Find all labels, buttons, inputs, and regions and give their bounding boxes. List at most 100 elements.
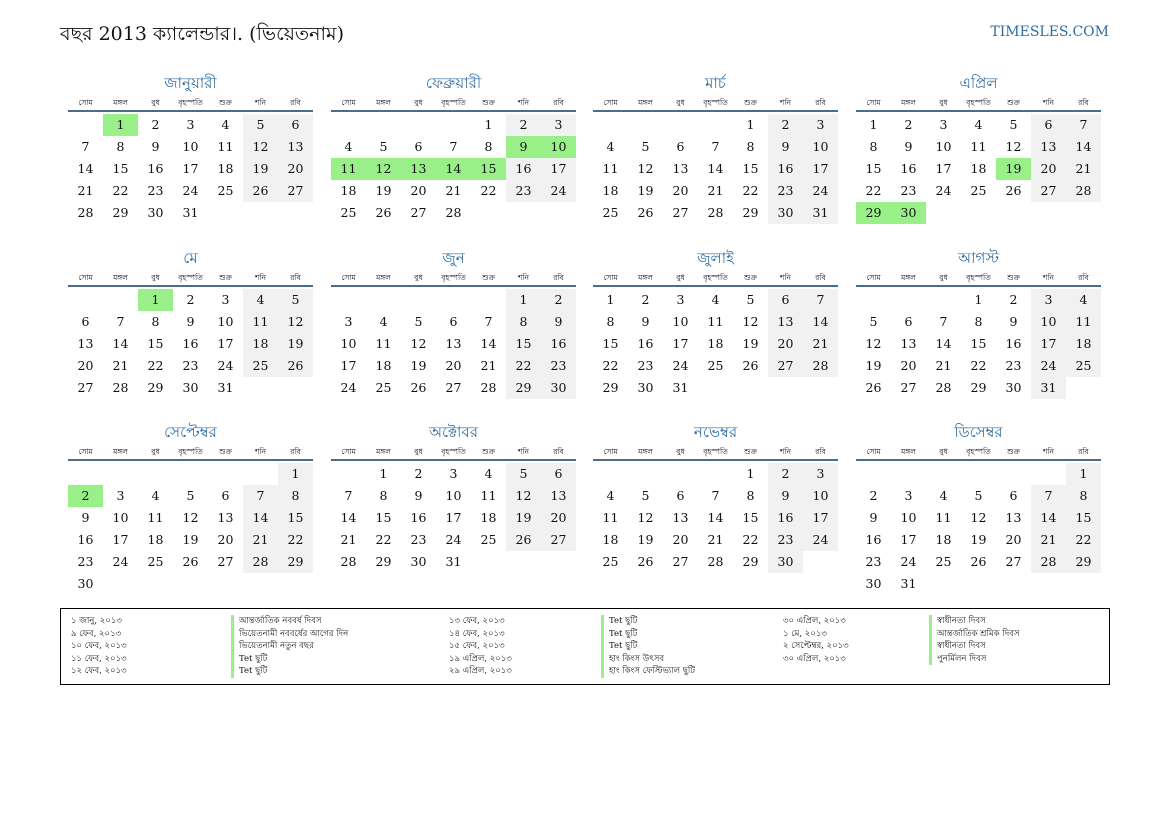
weekday-label: শুক্র [744,273,757,282]
month-name: জানুয়ারী [164,74,217,92]
day-cell: 19 [243,158,278,180]
holiday-date: ১২ ফেব, ২০১৩ [71,666,127,676]
day-cell: 20 [900,358,917,373]
weekday-header: সোম মঙ্গল বুধ বৃহস্পতি শুক্র শনি রবি [331,96,576,112]
day-cell: 13 [77,336,94,351]
weekday-label: শুক্র [1007,98,1020,107]
day-cell: 11 [935,510,952,525]
day-cell: 9 [414,488,423,503]
month-block: ফেব্রুয়ারী সোম মঙ্গল বুধ বৃহস্পতি শুক্র শনি রব… [331,72,576,224]
day-cell: 24 [803,529,838,551]
day-cell: 10 [672,314,689,329]
day-cell: 15 [506,333,541,355]
day-cell: 7 [449,139,458,154]
weekday-label: বৃহস্পতি [703,98,728,107]
day-cell: 6 [1031,114,1066,136]
day-cell: 6 [541,463,576,485]
day-cell: 5 [641,488,650,503]
month-block: এপ্রিল সোম মঙ্গল বুধ বৃহস্পতি শুক্র শনি রবি 1 2 3 4… [856,72,1101,224]
day-cell: 22 [970,358,987,373]
day-cell: 2 [506,114,541,136]
day-cell: 22 [112,183,129,198]
day-cell: 12 [970,510,987,525]
weekday-label: রবি [553,273,564,282]
day-grid: 1 2 3 4 5 6 7 8 9 10 11 12 13 14 15 16 17 18 19 20 21 22 23 24 2… [856,114,1101,224]
day-cell: 4 [1066,289,1101,311]
day-cell: 25 [480,532,497,547]
day-cell: 10 [217,314,234,329]
day-cell: 1 [606,292,615,307]
day-cell: 16 [900,161,917,176]
month-block: নভেম্বর সোম মঙ্গল বুধ বৃহস্পতি শুক্র শনি রবি 1 2 3… [593,421,838,573]
day-cell: 18 [217,161,234,176]
weekday-label: সোম [78,273,93,282]
day-cell: 29 [112,205,129,220]
weekday-label: শুক্র [482,447,495,456]
day-cell: 5 [746,292,755,307]
site-link[interactable]: TIMESLES.COM [990,24,1109,40]
day-cell: 15 [970,336,987,351]
day-cell: 24 [672,358,689,373]
day-cell: 3 [803,114,838,136]
day-cell: 10 [340,336,357,351]
day-cell: 18 [375,358,392,373]
day-cell: 22 [147,358,164,373]
day-cell: 16 [1005,336,1022,351]
day-cell: 2 [151,117,160,132]
day-cell: 10 [935,139,952,154]
day-cell: 11 [480,488,497,503]
day-cell: 27 [1031,180,1066,202]
day-cell: 9 [151,139,160,154]
day-cell: 20 [278,158,313,180]
day-cell: 13 [1031,136,1066,158]
holiday-date: ২৯ এপ্রিল, ২০১৩ [449,666,512,676]
weekday-label: শুক্র [219,447,232,456]
day-grid: 1 2 3 4 5 6 7 8 9 10 11 12 13 14 15 16 17 18 19 20 21 22 23 24 2… [331,289,576,399]
holiday-name: Tet ছুটি [601,640,695,653]
day-cell: 24 [445,532,462,547]
month-name: মার্চ [705,74,726,92]
day-cell: 28 [480,380,497,395]
weekday-label: শনি [517,273,530,282]
weekday-label: মঙ্গল [901,98,916,107]
holiday-day-cell: 29 [856,202,891,224]
day-cell: 27 [77,380,94,395]
day-cell: 4 [379,314,388,329]
day-cell: 24 [182,183,199,198]
day-cell: 8 [1066,485,1101,507]
day-cell: 14 [112,336,129,351]
holiday-name: স্বাধীনতা দিবস [929,640,1020,653]
day-cell: 21 [243,529,278,551]
day-cell: 4 [974,117,983,132]
day-cell: 21 [803,333,838,355]
day-cell: 19 [637,532,654,547]
holiday-name: ভিয়েতনামী নতুন বছর [231,640,348,653]
weekday-label: শুক্র [744,98,757,107]
holiday-name: আন্তর্জাতিক শ্রমিক দিবস [929,627,1020,640]
day-cell: 27 [217,554,234,569]
weekday-label: বুধ [939,98,948,107]
holiday-date: ১১ ফেব, ২০১৩ [71,653,127,664]
holiday-date: ১৩ ফেব, ২০১৩ [449,616,505,626]
day-grid: 1 2 3 4 5 6 7 8 9 10 11 12 13 14 15 16 17 18 19 20 21 22 23 24 2… [856,289,1101,399]
day-cell: 15 [865,161,882,176]
day-cell: 22 [1066,529,1101,551]
holiday-day-cell: 15 [471,158,506,180]
day-cell: 21 [445,183,462,198]
day-cell: 14 [935,336,952,351]
day-cell: 25 [1066,355,1101,377]
day-cell: 1 [869,117,878,132]
day-cell: 11 [217,139,234,154]
month-name: ডিসেম্বর [954,423,1003,441]
day-cell: 21 [707,183,724,198]
weekday-label: বৃহস্পতি [178,273,203,282]
day-cell: 18 [480,510,497,525]
holiday-date: ৩০ এপ্রিল, ২০১৩ [783,616,846,626]
day-cell: 28 [707,554,724,569]
weekday-label: বুধ [676,273,685,282]
day-cell: 29 [147,380,164,395]
day-cell: 6 [81,314,90,329]
day-cell: 17 [340,358,357,373]
weekday-label: শনি [1042,273,1055,282]
legend-dates-col-3: ৩০ এপ্রিল, ২০১৩ ১ মে, ২০১৩ ২ সেপ্টেম্বর, ২… [783,615,849,665]
